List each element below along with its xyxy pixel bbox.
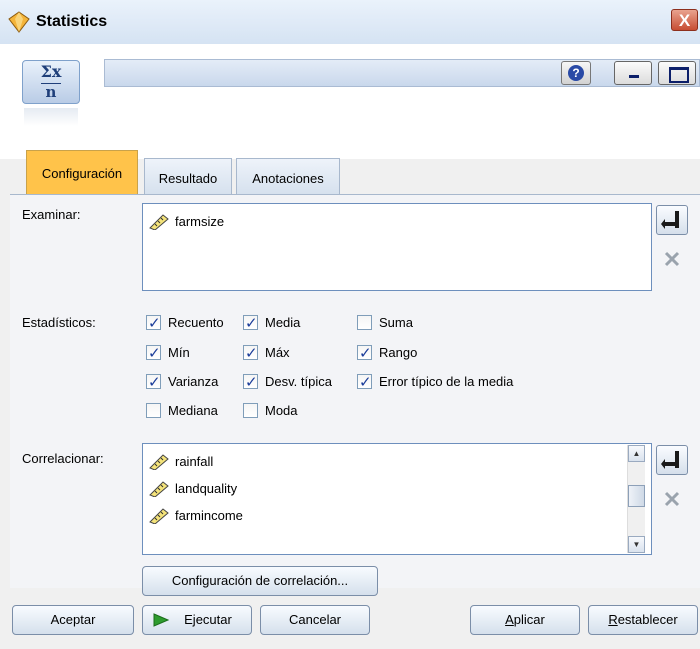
delete-icon (664, 491, 680, 507)
field-name: farmincome (175, 508, 243, 523)
checkbox-rango-box[interactable] (357, 343, 372, 363)
checkbox-max-label: Máx (265, 345, 290, 360)
app-icon (8, 11, 30, 33)
correlate-list[interactable]: rainfall landquality farmincome (142, 443, 652, 555)
ruler-icon (149, 481, 169, 497)
checkbox-moda[interactable]: Moda (243, 401, 298, 421)
checkbox-suma[interactable]: Suma (357, 313, 413, 333)
checkbox-mediana[interactable]: Mediana (146, 401, 218, 421)
minimize-icon (629, 75, 639, 78)
remove-correlate-field-button[interactable] (656, 484, 688, 514)
cancel-button[interactable]: Cancelar (260, 605, 370, 635)
checkbox-rango[interactable]: Rango (357, 343, 417, 363)
maximize-icon (669, 67, 689, 83)
apply-button[interactable]: Aplicar (470, 605, 580, 635)
help-button[interactable]: ? (561, 61, 591, 85)
checkbox-error-tipico-media-box[interactable] (357, 372, 372, 392)
node-symbol-top: Σx (40, 62, 62, 81)
checkbox-media-label: Media (265, 315, 301, 330)
correlate-scrollbar[interactable]: ▲ ▼ (627, 445, 645, 553)
tab-configuracion[interactable]: Configuración (26, 150, 138, 194)
checkbox-min-label: Mín (168, 345, 190, 360)
checkbox-error-tipico-media[interactable]: Error típico de la media (357, 372, 513, 392)
statistics-label: Estadísticos: (22, 315, 96, 330)
examine-list[interactable]: farmsize (142, 203, 652, 291)
checkbox-suma-label: Suma (379, 315, 413, 330)
field-name: farmsize (175, 214, 225, 229)
run-icon (153, 613, 169, 627)
list-item[interactable]: farmsize (149, 212, 224, 232)
node-icon-reflection (24, 108, 78, 126)
checkbox-moda-label: Moda (265, 403, 298, 418)
correlation-settings-button[interactable]: Configuración de correlación... (142, 566, 378, 596)
field-name: landquality (175, 481, 238, 496)
checkbox-varianza[interactable]: Varianza (146, 372, 218, 392)
checkbox-min-box[interactable] (146, 343, 161, 363)
tab-anotaciones[interactable]: Anotaciones (236, 158, 340, 194)
checkbox-recuento-box[interactable] (146, 313, 161, 333)
reset-button[interactable]: Restablecer (588, 605, 698, 635)
ruler-icon (149, 508, 169, 524)
checkbox-media[interactable]: Media (243, 313, 300, 333)
scroll-thumb[interactable] (628, 485, 645, 507)
pick-fields-button[interactable] (656, 205, 688, 235)
list-item[interactable]: landquality (149, 479, 237, 499)
list-item[interactable]: farmincome (149, 506, 243, 526)
delete-icon (664, 251, 680, 267)
checkbox-mediana-label: Mediana (168, 403, 218, 418)
checkbox-rango-label: Rango (379, 345, 418, 360)
scroll-up-icon[interactable]: ▲ (628, 445, 645, 462)
checkbox-varianza-box[interactable] (146, 372, 161, 392)
close-button[interactable]: X (671, 9, 698, 31)
examine-label: Examinar: (22, 207, 81, 222)
checkbox-moda-box[interactable] (243, 403, 258, 418)
list-item[interactable]: rainfall (149, 452, 213, 472)
checkbox-desv-tipica-box[interactable] (243, 372, 258, 392)
minimize-button[interactable] (614, 61, 652, 85)
tab-resultado[interactable]: Resultado (144, 158, 232, 194)
remove-field-button[interactable] (656, 244, 688, 274)
help-icon: ? (568, 65, 584, 81)
checkbox-error-tipico-media-label: Error típico de la media (379, 374, 514, 389)
checkbox-media-box[interactable] (243, 313, 258, 333)
field-picker-icon (661, 451, 679, 469)
checkbox-desv-tipica[interactable]: Desv. típica (243, 372, 332, 392)
checkbox-recuento-label: Recuento (168, 315, 224, 330)
node-symbol-bottom: n (41, 83, 61, 100)
checkbox-suma-box[interactable] (357, 315, 372, 330)
checkbox-desv-tipica-label: Desv. típica (265, 374, 332, 389)
run-label: Ejecutar (184, 612, 232, 627)
node-name-bar (104, 59, 700, 87)
correlate-label: Correlacionar: (22, 451, 104, 466)
field-name: rainfall (175, 454, 214, 469)
maximize-button[interactable] (658, 61, 696, 85)
checkbox-max-box[interactable] (243, 343, 258, 363)
ruler-icon (149, 214, 169, 230)
checkbox-mediana-box[interactable] (146, 403, 161, 418)
title-bar: Statistics X (0, 0, 700, 45)
checkbox-max[interactable]: Máx (243, 343, 290, 363)
field-picker-icon (661, 211, 679, 229)
ok-button[interactable]: Aceptar (12, 605, 134, 635)
pick-correlate-fields-button[interactable] (656, 445, 688, 475)
scroll-down-icon[interactable]: ▼ (628, 536, 645, 553)
ruler-icon (149, 454, 169, 470)
run-button[interactable]: Ejecutar (142, 605, 252, 635)
window-title: Statistics (36, 13, 108, 30)
checkbox-min[interactable]: Mín (146, 343, 190, 363)
checkbox-varianza-label: Varianza (168, 374, 219, 389)
checkbox-recuento[interactable]: Recuento (146, 313, 224, 333)
statistics-node-icon: Σx n (22, 60, 80, 104)
